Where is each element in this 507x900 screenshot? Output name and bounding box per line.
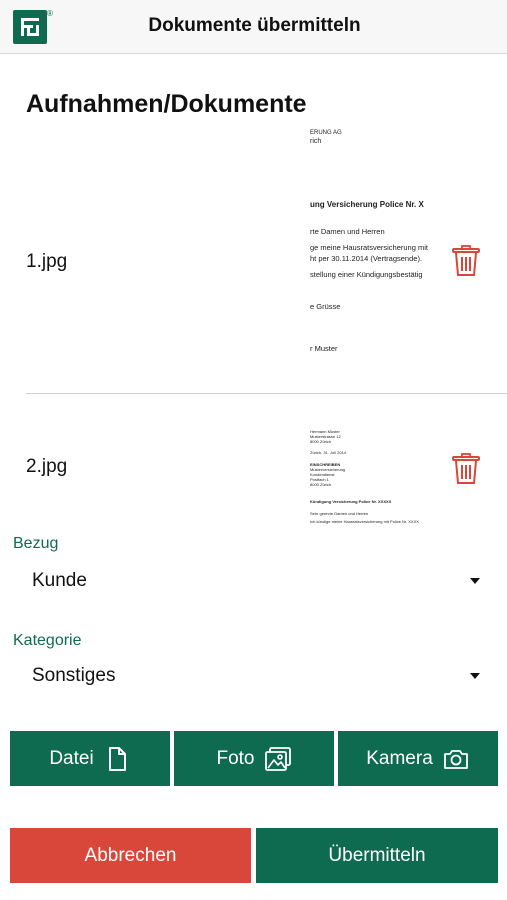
document-item[interactable]: 1.jpg ERUNG AG rich ung Versicherung Pol…: [0, 123, 507, 393]
bezug-select[interactable]: Kunde: [13, 560, 494, 602]
divider: [26, 393, 507, 394]
document-thumbnail: Hermann Muster Musterstrasse 12 8000 Zür…: [310, 415, 438, 533]
thumbnail-text: ge meine Hausratsversicherung mit: [310, 243, 428, 252]
chevron-down-icon: [470, 578, 480, 584]
foto-button[interactable]: Foto: [174, 731, 334, 786]
kategorie-select[interactable]: Sonstiges: [13, 655, 494, 697]
bezug-label: Bezug: [13, 535, 59, 552]
thumbnail-text: ung Versicherung Police Nr. X: [310, 200, 424, 209]
kamera-button[interactable]: Kamera: [338, 731, 498, 786]
document-name: 1.jpg: [26, 251, 68, 272]
page-title: Dokumente übermitteln: [148, 15, 361, 36]
thumbnail-text: Ich kündige meine Hausratsversicherung m…: [310, 519, 419, 524]
foto-button-label: Foto: [216, 747, 255, 769]
thumbnail-text: ht per 30.11.2014 (Vertragsende).: [310, 254, 423, 263]
datei-button-label: Datei: [49, 747, 94, 769]
kategorie-label: Kategorie: [13, 632, 82, 649]
thumbnail-text: r Muster: [310, 344, 338, 353]
document-item[interactable]: 2.jpg Hermann Muster Musterstrasse 12 80…: [0, 395, 507, 535]
thumbnail-text: rich: [310, 138, 322, 145]
kamera-button-label: Kamera: [366, 747, 433, 769]
file-icon: [103, 745, 131, 773]
submit-button-label: Übermitteln: [328, 844, 426, 866]
document-name: 2.jpg: [26, 456, 68, 477]
cancel-button-label: Abbrechen: [84, 844, 177, 866]
app-header: ® Dokumente übermitteln: [0, 0, 507, 54]
image-gallery-icon: [264, 745, 292, 773]
cancel-button[interactable]: Abbrechen: [10, 828, 251, 883]
thumbnail-text: e Grüsse: [310, 302, 341, 311]
trash-icon[interactable]: [452, 453, 480, 485]
trash-icon[interactable]: [452, 245, 480, 277]
thumbnail-text: stellung einer Kündigungsbestätig: [310, 270, 423, 279]
thumbnail-text: Sehr geehrte Damen und Herren: [310, 511, 369, 516]
section-title: Aufnahmen/Dokumente: [26, 90, 307, 118]
thumbnail-text: Kündigung Versicherung Police Nr. XXXXX: [310, 499, 392, 504]
submit-button[interactable]: Übermitteln: [256, 828, 498, 883]
datei-button[interactable]: Datei: [10, 731, 170, 786]
thumbnail-text: Zürich, 31. Juli 2014: [310, 450, 347, 455]
kategorie-value: Sonstiges: [32, 665, 116, 686]
thumbnail-text: rte Damen und Herren: [310, 227, 385, 236]
bezug-value: Kunde: [32, 570, 87, 591]
camera-icon: [442, 745, 470, 773]
document-thumbnail: ERUNG AG rich ung Versicherung Police Nr…: [310, 128, 438, 363]
thumbnail-text: 8000 Zürich: [310, 482, 332, 487]
chevron-down-icon: [470, 673, 480, 679]
thumbnail-text: 8000 Zürich: [310, 439, 332, 444]
thumbnail-text: ERUNG AG: [310, 130, 342, 136]
